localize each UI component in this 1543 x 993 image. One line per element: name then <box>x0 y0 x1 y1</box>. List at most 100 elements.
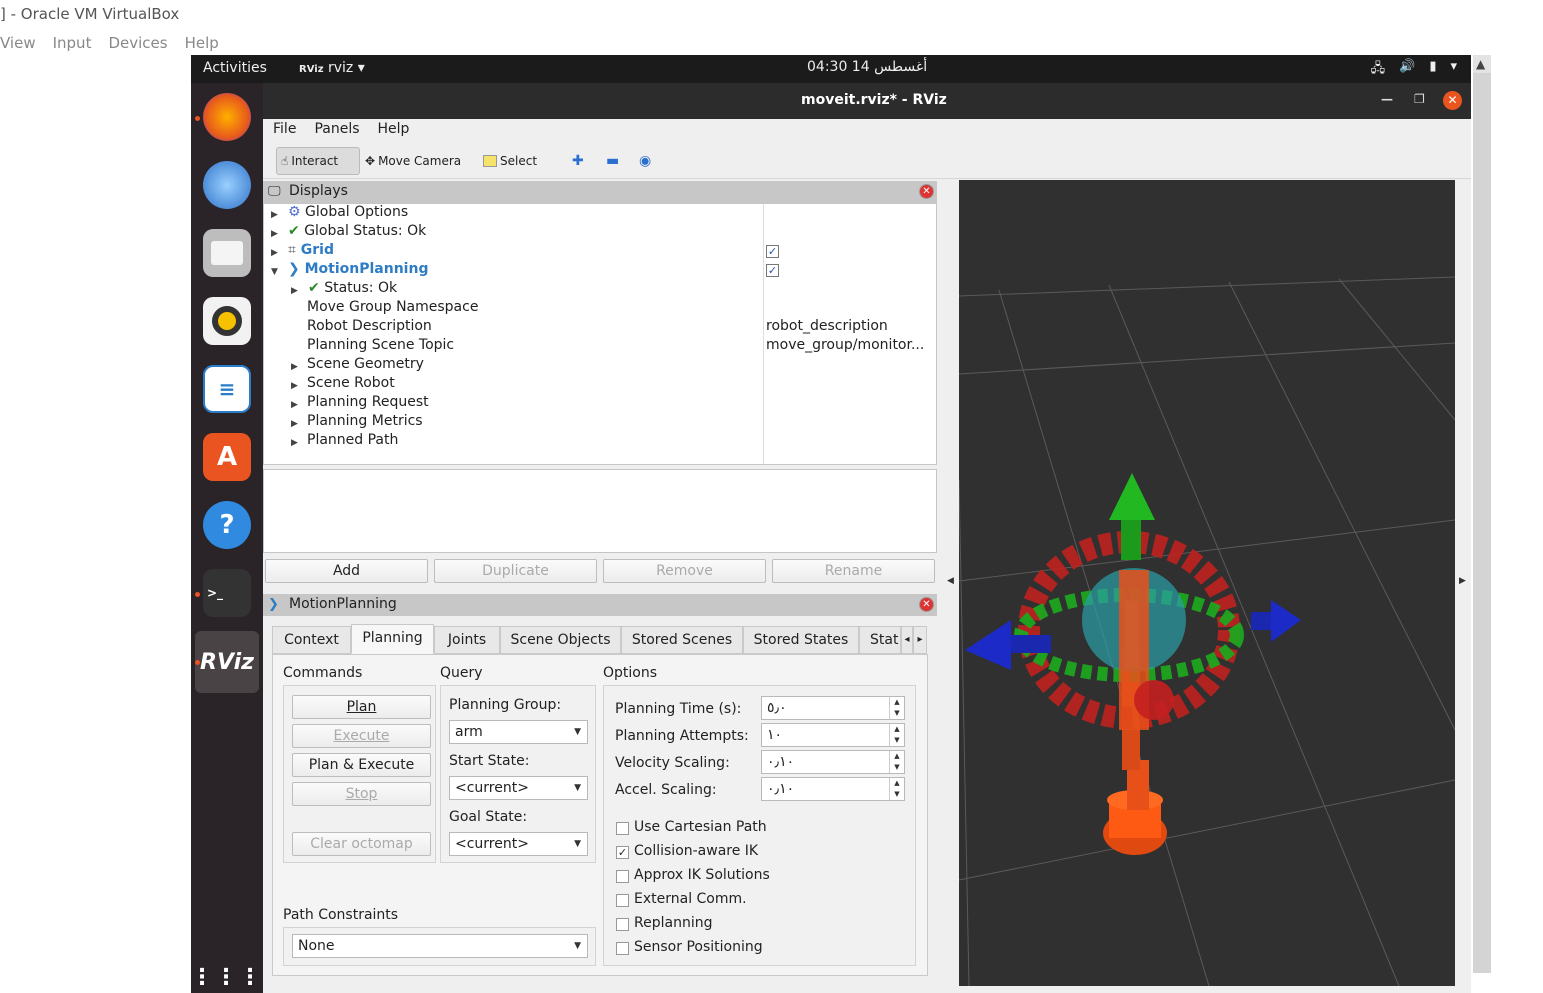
tab-scene-objects[interactable]: Scene Objects <box>500 626 621 654</box>
activities-button[interactable]: Activities <box>203 60 267 76</box>
window-titlebar[interactable]: moveit.rviz* - RViz — ❐ ✕ <box>263 83 1471 119</box>
velocity-scaling-spinbox[interactable]: ٠٫١٠ ▲ ▼ <box>761 750 905 774</box>
firefox-icon[interactable] <box>203 93 251 141</box>
close-icon[interactable]: ✕ <box>1443 91 1462 110</box>
planning-time-spinbox[interactable]: ٥٫٠ ▲ ▼ <box>761 696 905 720</box>
tree-item-planning-scene-topic[interactable]: Planning Scene Topic <box>307 337 454 356</box>
collapse-left-icon[interactable]: ◀ <box>947 576 954 586</box>
libreoffice-writer-icon[interactable]: ≡ <box>203 365 251 413</box>
tab-scroll-right-icon[interactable]: ▸ <box>913 626 927 654</box>
add-display-button[interactable]: Add <box>265 559 428 583</box>
expand-arrow-icon[interactable]: ▶ <box>271 210 278 220</box>
interact-tool[interactable]: ☝ Interact <box>276 147 360 175</box>
spin-arrows-icon[interactable]: ▲ ▼ <box>889 751 904 773</box>
sensor-positioning-checkbox[interactable] <box>616 942 629 955</box>
tree-value-planning-scene-topic[interactable]: move_group/monitor... <box>766 337 924 356</box>
execute-button[interactable]: Execute <box>292 724 431 748</box>
tree-item-motionplanning[interactable]: ❯ MotionPlanning <box>288 261 428 280</box>
accel-scaling-spinbox[interactable]: ٠٫١٠ ▲ ▼ <box>761 777 905 801</box>
path-constraints-select[interactable]: None ▼ <box>292 934 588 958</box>
show-apps-icon[interactable]: ⋮⋮⋮ <box>191 953 261 993</box>
replanning-checkbox[interactable] <box>616 918 629 931</box>
tree-item-planned-path[interactable]: Planned Path <box>307 432 398 451</box>
add-tool-button[interactable]: ✚ <box>568 147 588 175</box>
tree-item-planning-request[interactable]: Planning Request <box>307 394 429 413</box>
3d-viewport[interactable] <box>959 180 1455 986</box>
tree-item-move-group-namespace[interactable]: Move Group Namespace <box>307 299 478 318</box>
collapse-right-icon[interactable]: ▶ <box>1459 576 1466 586</box>
start-state-select[interactable]: <current> ▼ <box>449 776 588 800</box>
expand-arrow-icon[interactable]: ▶ <box>291 286 298 296</box>
tree-item-global-status[interactable]: ✔ Global Status: Ok <box>288 223 426 242</box>
terminal-icon[interactable]: >_ <box>203 569 251 617</box>
tab-planning[interactable]: Planning <box>351 624 434 654</box>
tab-status[interactable]: Stat <box>859 626 901 654</box>
remove-tool-button[interactable]: ▬ <box>602 147 623 175</box>
expand-arrow-icon[interactable]: ▶ <box>271 248 278 258</box>
tree-item-scene-geometry[interactable]: Scene Geometry <box>307 356 424 375</box>
close-panel-icon[interactable]: ✕ <box>919 597 934 612</box>
tab-context[interactable]: Context <box>272 626 351 654</box>
grid-enabled-checkbox[interactable]: ✓ <box>766 245 779 258</box>
select-tool[interactable]: Select <box>479 147 541 175</box>
help-icon[interactable]: ? <box>203 501 251 549</box>
tab-scroll-left-icon[interactable]: ◂ <box>901 626 913 654</box>
rhythmbox-icon[interactable] <box>203 297 251 345</box>
host-scrollbar[interactable]: ▲ <box>1473 55 1491 973</box>
host-menu-help[interactable]: Help <box>185 34 219 52</box>
3d-scene[interactable] <box>959 180 1455 986</box>
menu-panels[interactable]: Panels <box>314 121 359 141</box>
tab-stored-scenes[interactable]: Stored Scenes <box>621 626 743 654</box>
tree-item-planning-metrics[interactable]: Planning Metrics <box>307 413 423 432</box>
scroll-thumb[interactable] <box>1473 73 1491 973</box>
plan-button[interactable]: Plan <box>292 695 431 719</box>
scroll-up-icon[interactable]: ▲ <box>1476 57 1485 71</box>
collision-aware-ik-checkbox[interactable]: ✓ <box>616 846 629 859</box>
approx-ik-checkbox[interactable] <box>616 870 629 883</box>
collapse-arrow-icon[interactable]: ▼ <box>271 267 278 277</box>
remove-display-button[interactable]: Remove <box>603 559 766 583</box>
minimize-icon[interactable]: — <box>1381 92 1393 106</box>
files-icon[interactable] <box>203 229 251 277</box>
move-camera-tool[interactable]: ✥ Move Camera <box>361 147 465 175</box>
plan-execute-button[interactable]: Plan & Execute <box>292 753 431 777</box>
planning-attempts-spinbox[interactable]: ١٠ ▲ ▼ <box>761 723 905 747</box>
host-menu-input[interactable]: Input <box>53 34 92 52</box>
view-options-button[interactable]: ◉ <box>635 147 655 175</box>
external-comm-checkbox[interactable] <box>616 894 629 907</box>
clear-octomap-button[interactable]: Clear octomap <box>292 832 431 856</box>
spin-arrows-icon[interactable]: ▲ ▼ <box>889 778 904 800</box>
rviz-icon[interactable]: RViz <box>200 638 254 686</box>
expand-arrow-icon[interactable]: ▶ <box>291 400 298 410</box>
cartesian-path-checkbox[interactable] <box>616 822 629 835</box>
tree-item-global-options[interactable]: ⚙ Global Options <box>288 204 408 223</box>
software-center-icon[interactable]: A <box>203 433 251 481</box>
planning-group-select[interactable]: arm ▼ <box>449 720 588 744</box>
tree-item-scene-robot[interactable]: Scene Robot <box>307 375 395 394</box>
spin-arrows-icon[interactable]: ▲ ▼ <box>889 724 904 746</box>
system-tray[interactable]: 🖧 🔊 ▮ ▾ <box>1371 59 1457 81</box>
tree-item-grid[interactable]: ⌗ Grid <box>288 242 334 261</box>
motionplanning-enabled-checkbox[interactable]: ✓ <box>766 264 779 277</box>
host-menu-devices[interactable]: Devices <box>108 34 167 52</box>
tree-value-robot-description[interactable]: robot_description <box>766 318 888 337</box>
app-menu[interactable]: RViz rviz ▾ <box>299 60 365 76</box>
tree-item-robot-description[interactable]: Robot Description <box>307 318 432 337</box>
expand-arrow-icon[interactable]: ▶ <box>271 229 278 239</box>
duplicate-display-button[interactable]: Duplicate <box>434 559 597 583</box>
clock[interactable]: 04:30 14 أغسطس <box>807 59 927 75</box>
displays-tree[interactable]: ▶ ⚙ Global Options ▶ ✔ Global Status: Ok… <box>263 203 937 465</box>
menu-help[interactable]: Help <box>378 121 410 141</box>
stop-button[interactable]: Stop <box>292 782 431 806</box>
maximize-icon[interactable]: ❐ <box>1414 92 1425 106</box>
expand-arrow-icon[interactable]: ▶ <box>291 362 298 372</box>
expand-arrow-icon[interactable]: ▶ <box>291 381 298 391</box>
menu-file[interactable]: File <box>273 121 296 141</box>
tab-stored-states[interactable]: Stored States <box>743 626 859 654</box>
expand-arrow-icon[interactable]: ▶ <box>291 438 298 448</box>
close-panel-icon[interactable]: ✕ <box>919 184 934 199</box>
tree-item-status[interactable]: ✔ Status: Ok <box>308 280 397 299</box>
expand-arrow-icon[interactable]: ▶ <box>291 419 298 429</box>
spin-arrows-icon[interactable]: ▲ ▼ <box>889 697 904 719</box>
tab-joints[interactable]: Joints <box>434 626 500 654</box>
